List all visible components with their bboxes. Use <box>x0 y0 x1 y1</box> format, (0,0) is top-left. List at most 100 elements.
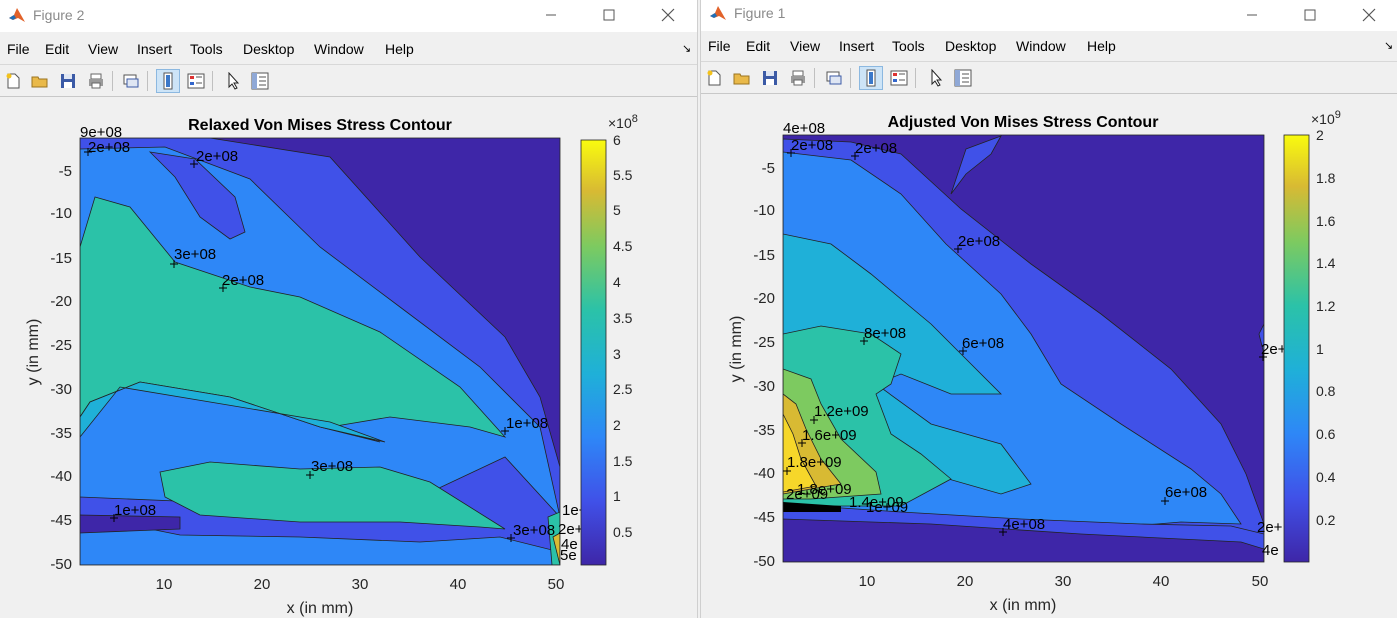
contour-label: 2e+08 <box>222 272 264 289</box>
y-axis-label: y (in mm) <box>25 319 42 386</box>
y-tick: -40 <box>753 465 775 482</box>
menu-desktop[interactable]: Desktop <box>243 41 294 57</box>
window-title: Figure 1 <box>734 5 786 21</box>
minimize-button[interactable] <box>1229 0 1275 30</box>
menu-insert[interactable]: Insert <box>137 41 172 57</box>
contour-label: 4e <box>1262 542 1279 559</box>
open-file-icon[interactable] <box>28 69 52 93</box>
edit-plot-pointer-icon[interactable] <box>924 66 948 90</box>
y-tick: -40 <box>50 468 72 485</box>
relaxed-contour-plot: Relaxed Von Mises Stress Contour 9e+08 2… <box>25 113 638 617</box>
menu-window[interactable]: Window <box>1016 38 1066 54</box>
contour-label: 1e+09 <box>866 499 908 516</box>
contour-label: 1e+08 <box>506 415 548 432</box>
toolbar-separator <box>147 71 148 91</box>
menu-view[interactable]: View <box>790 38 820 54</box>
contour-label: 2e+ <box>1257 519 1283 536</box>
colorbar-tick: 1 <box>613 488 621 504</box>
x-tick: 30 <box>352 576 369 593</box>
link-plot-icon[interactable] <box>119 69 143 93</box>
menu-file[interactable]: File <box>7 41 30 57</box>
x-tick: 30 <box>1055 573 1072 590</box>
toolbar-separator <box>915 68 916 88</box>
title-bar: Figure 1 <box>701 0 1397 32</box>
insert-colorbar-icon[interactable] <box>859 66 883 90</box>
link-plot-icon[interactable] <box>822 66 846 90</box>
contour-label: 1.6e+09 <box>802 427 857 444</box>
menu-insert[interactable]: Insert <box>839 38 874 54</box>
menu-bar: File Edit View Insert Tools Desktop Wind… <box>701 31 1397 61</box>
menu-desktop[interactable]: Desktop <box>945 38 996 54</box>
menu-file[interactable]: File <box>708 38 731 54</box>
y-axis-ticks: -5 -10 -15 -20 -25 -30 -35 -40 -45 -50 <box>50 163 72 573</box>
menu-tools[interactable]: Tools <box>190 41 223 57</box>
y-tick: -20 <box>753 290 775 307</box>
edit-plot-pointer-icon[interactable] <box>221 69 245 93</box>
colorbar-tick: 4 <box>613 274 621 290</box>
y-tick: -35 <box>50 425 72 442</box>
x-tick: 20 <box>957 573 974 590</box>
print-icon[interactable] <box>84 69 108 93</box>
close-button[interactable] <box>645 0 691 30</box>
minimize-button[interactable] <box>528 0 574 30</box>
x-tick: 40 <box>450 576 467 593</box>
save-icon[interactable] <box>56 69 80 93</box>
property-inspector-icon[interactable] <box>951 66 975 90</box>
colorbar-tick: 2 <box>613 417 621 433</box>
contour-label: 1.2e+09 <box>814 403 869 420</box>
colorbar-exponent: ×109 <box>1311 109 1341 127</box>
figure-1-window: Figure 1 File Edit View Insert Tools Des… <box>700 0 1397 618</box>
colorbar-tick: 5 <box>613 202 621 218</box>
save-icon[interactable] <box>758 66 782 90</box>
maximize-button[interactable] <box>1287 0 1333 30</box>
menu-help[interactable]: Help <box>1087 38 1116 54</box>
dock-figure-icon[interactable]: ↘ <box>682 42 691 55</box>
y-tick: -30 <box>753 378 775 395</box>
contour-label: 1.8e+09 <box>787 454 842 471</box>
colorbar-tick: 0.5 <box>613 524 633 540</box>
colorbar-exponent: ×108 <box>608 113 638 131</box>
close-button[interactable] <box>1346 0 1392 30</box>
y-axis-label: y (in mm) <box>728 316 745 383</box>
y-tick: -10 <box>753 202 775 219</box>
colorbar[interactable] <box>580 139 607 566</box>
contour-label: 2e+09 <box>786 486 828 503</box>
insert-legend-icon[interactable] <box>887 66 911 90</box>
plot-title: Relaxed Von Mises Stress Contour <box>188 117 452 134</box>
colorbar-tick: 6 <box>613 132 621 148</box>
contour-label: 3e+08 <box>174 246 216 263</box>
y-tick: -30 <box>50 381 72 398</box>
y-tick: -45 <box>50 512 72 529</box>
contour-label: 5e <box>560 547 577 564</box>
y-tick: -5 <box>762 160 775 177</box>
y-tick: -5 <box>59 163 72 180</box>
menu-tools[interactable]: Tools <box>892 38 925 54</box>
menu-view[interactable]: View <box>88 41 118 57</box>
contour-label: 1e+08 <box>114 502 156 519</box>
new-figure-icon[interactable] <box>702 66 726 90</box>
contour-label: 2e+08 <box>88 139 130 156</box>
menu-window[interactable]: Window <box>314 41 364 57</box>
menu-edit[interactable]: Edit <box>45 41 69 57</box>
toolbar-separator <box>814 68 815 88</box>
insert-colorbar-icon[interactable] <box>156 69 180 93</box>
dock-figure-icon[interactable]: ↘ <box>1384 39 1393 52</box>
toolbar-separator <box>212 71 213 91</box>
open-file-icon[interactable] <box>730 66 754 90</box>
x-tick: 20 <box>254 576 271 593</box>
colorbar-ticks: 2 1.8 1.6 1.4 1.2 1 0.8 0.6 0.4 0.2 <box>1316 127 1336 528</box>
print-icon[interactable] <box>786 66 810 90</box>
y-tick: -35 <box>753 422 775 439</box>
contour-label: 2e+08 <box>791 137 833 154</box>
new-figure-icon[interactable] <box>1 69 25 93</box>
menu-edit[interactable]: Edit <box>746 38 770 54</box>
adjusted-contour-plot: Adjusted Von Mises Stress Contour 4e+08 … <box>728 109 1341 614</box>
insert-legend-icon[interactable] <box>184 69 208 93</box>
maximize-button[interactable] <box>586 0 632 30</box>
contour-label: 2e+ <box>1261 341 1287 358</box>
menu-help[interactable]: Help <box>385 41 414 57</box>
x-axis-label: x (in mm) <box>287 600 354 617</box>
property-inspector-icon[interactable] <box>248 69 272 93</box>
x-axis-label: x (in mm) <box>990 597 1057 614</box>
colorbar[interactable] <box>1283 134 1310 563</box>
